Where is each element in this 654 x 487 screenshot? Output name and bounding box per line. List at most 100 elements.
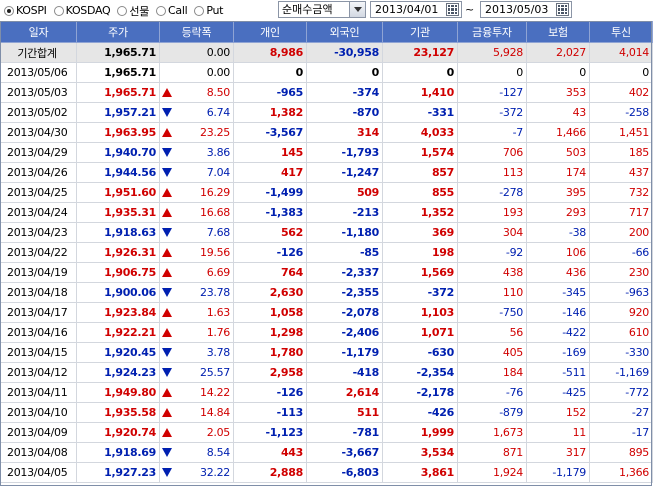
individual-cell: -126 <box>233 382 307 403</box>
financial-investment-cell: 56 <box>457 322 527 343</box>
table-row[interactable]: 2013/04/05 1,927.23 32.22 2,888 -6,803 3,861 1… <box>0 462 653 483</box>
down-triangle-icon <box>162 148 172 157</box>
change-cell: 1.76 <box>159 322 234 343</box>
market-label: Call <box>168 4 188 17</box>
price-cell: 1,924.23 <box>76 362 160 383</box>
table-row[interactable]: 2013/04/24 1,935.31 16.68 -1,383 -213 1,352 19… <box>0 202 653 223</box>
table-row[interactable]: 2013/04/10 1,935.58 14.84 -113 511 -426 -879 15… <box>0 402 653 423</box>
table-row[interactable]: 2013/04/17 1,923.84 1.63 1,058 -2,078 1,103 -7… <box>0 302 653 323</box>
table-row[interactable]: 2013/04/30 1,963.95 23.25 -3,567 314 4,033 -7 1… <box>0 122 653 143</box>
foreign-cell: -3,667 <box>306 442 383 463</box>
end-date-input[interactable]: 2013/05/03 <box>480 1 572 18</box>
institution-cell: -372 <box>382 282 458 303</box>
date-cell: 2013/04/24 <box>0 202 77 223</box>
price-cell: 1,940.70 <box>76 142 160 163</box>
table-row[interactable]: 2013/04/12 1,924.23 25.57 2,958 -418 -2,354 18… <box>0 362 653 383</box>
individual-cell: 1,780 <box>233 342 307 363</box>
table-row[interactable]: 2013/04/23 1,918.63 7.68 562 -1,180 369 304 -38… <box>0 222 653 243</box>
table-row[interactable]: 2013/04/25 1,951.60 16.29 -1,499 509 855 -278 3… <box>0 182 653 203</box>
date-cell: 2013/05/03 <box>0 82 77 103</box>
price-cell: 1,957.21 <box>76 102 160 123</box>
price-cell: 1,965.71 <box>76 62 160 83</box>
institution-cell: -630 <box>382 342 458 363</box>
financial-investment-cell: -278 <box>457 182 527 203</box>
change-value: 8.50 <box>206 86 231 99</box>
date-cell: 2013/05/06 <box>0 62 77 83</box>
column-header-date[interactable]: 일자 <box>0 21 77 43</box>
date-cell: 2013/04/08 <box>0 442 77 463</box>
change-cell: 7.68 <box>159 222 234 243</box>
column-header-foreign[interactable]: 외국인 <box>306 21 383 43</box>
column-header-change[interactable]: 등락폭 <box>159 21 234 43</box>
institution-cell: 3,534 <box>382 442 458 463</box>
column-header-insurance[interactable]: 보험 <box>526 21 590 43</box>
table-row[interactable]: 2013/05/03 1,965.71 8.50 -965 -374 1,410 -127 3… <box>0 82 653 103</box>
market-radio-futures[interactable]: 선물 <box>117 3 149 19</box>
date-cell: 2013/04/16 <box>0 322 77 343</box>
financial-investment-cell: -92 <box>457 242 527 263</box>
investor-trading-table: 일자 주가 등락폭 개인 외국인 기관 금융투자 보험 투신 기간합계 1,965… <box>0 21 653 483</box>
up-triangle-icon <box>162 308 172 317</box>
change-cell: 19.56 <box>159 242 234 263</box>
table-row[interactable]: 2013/04/15 1,920.45 3.78 1,780 -1,179 -630 405… <box>0 342 653 363</box>
column-header-institution[interactable]: 기관 <box>382 21 458 43</box>
trust-cell: -330 <box>589 342 653 363</box>
market-radio-put[interactable]: Put <box>194 3 223 19</box>
start-date-input[interactable]: 2013/04/01 <box>370 1 462 18</box>
table-row[interactable]: 2013/04/18 1,900.06 23.78 2,630 -2,355 -372 11… <box>0 282 653 303</box>
calendar-icon[interactable] <box>446 3 459 16</box>
financial-investment-cell: 184 <box>457 362 527 383</box>
change-cell: 25.57 <box>159 362 234 383</box>
column-header-financial-investment[interactable]: 금융투자 <box>457 21 527 43</box>
change-cell: 0.00 <box>159 62 234 83</box>
trust-cell: 0 <box>589 62 653 83</box>
financial-investment-cell: 405 <box>457 342 527 363</box>
market-radio-kosdaq[interactable]: KOSDAQ <box>53 3 111 19</box>
insurance-cell: -146 <box>526 302 590 323</box>
change-value: 6.69 <box>206 266 231 279</box>
trust-cell: 717 <box>589 202 653 223</box>
investor-trading-window: KOSPI KOSDAQ 선물 Call Put 순매수금액 2013/04/0… <box>0 0 654 487</box>
change-value: 25.57 <box>200 366 230 379</box>
column-header-price[interactable]: 주가 <box>76 21 160 43</box>
financial-investment-cell: -7 <box>457 122 527 143</box>
change-value: 1.76 <box>206 326 231 339</box>
market-radio-kospi[interactable]: KOSPI <box>4 3 47 19</box>
table-row[interactable]: 2013/04/19 1,906.75 6.69 764 -2,337 1,569 438 4… <box>0 262 653 283</box>
column-header-trust[interactable]: 투신 <box>589 21 653 43</box>
summary-row[interactable]: 기간합계 1,965.71 0.00 8,986 -30,958 23,127 5,928 2… <box>0 42 653 63</box>
individual-cell: 2,888 <box>233 462 307 483</box>
down-triangle-icon <box>162 168 172 177</box>
individual-cell: -1,383 <box>233 202 307 223</box>
table-row[interactable]: 2013/05/06 1,965.71 0.00 0 0 0 0 0 0 <box>0 62 653 83</box>
dropdown-button[interactable] <box>349 2 365 17</box>
price-cell: 1,963.95 <box>76 122 160 143</box>
table-row[interactable]: 2013/04/22 1,926.31 19.56 -126 -85 198 -92 106-… <box>0 242 653 263</box>
table-row[interactable]: 2013/04/16 1,922.21 1.76 1,298 -2,406 1,071 56… <box>0 322 653 343</box>
amount-type-select[interactable]: 순매수금액 <box>278 1 366 18</box>
individual-cell: 8,986 <box>233 42 307 63</box>
market-radio-call[interactable]: Call <box>156 3 188 19</box>
institution-cell: 855 <box>382 182 458 203</box>
institution-cell: 1,574 <box>382 142 458 163</box>
table-row[interactable]: 2013/04/29 1,940.70 3.86 145 -1,793 1,574 706 5… <box>0 142 653 163</box>
price-cell: 1,906.75 <box>76 262 160 283</box>
institution-cell: -2,354 <box>382 362 458 383</box>
change-value: 19.56 <box>200 246 230 259</box>
foreign-cell: -1,793 <box>306 142 383 163</box>
table-row[interactable]: 2013/05/02 1,957.21 6.74 1,382 -870 -331 -372 4… <box>0 102 653 123</box>
calendar-icon[interactable] <box>556 3 569 16</box>
table-row[interactable]: 2013/04/09 1,920.74 2.05 -1,123 -781 1,999 1,6… <box>0 422 653 443</box>
institution-cell: 1,569 <box>382 262 458 283</box>
insurance-cell: 293 <box>526 202 590 223</box>
table-row[interactable]: 2013/04/26 1,944.56 7.04 417 -1,247 857 113 174… <box>0 162 653 183</box>
table-row[interactable]: 2013/04/11 1,949.80 14.22 -126 2,614 -2,178 -7… <box>0 382 653 403</box>
radio-button-icon <box>53 5 64 16</box>
insurance-cell: -1,179 <box>526 462 590 483</box>
change-value: 7.68 <box>206 226 231 239</box>
insurance-cell: -422 <box>526 322 590 343</box>
insurance-cell: 395 <box>526 182 590 203</box>
column-header-individual[interactable]: 개인 <box>233 21 307 43</box>
table-row[interactable]: 2013/04/08 1,918.69 8.54 443 -3,667 3,534 871 3… <box>0 442 653 463</box>
financial-investment-cell: -879 <box>457 402 527 423</box>
